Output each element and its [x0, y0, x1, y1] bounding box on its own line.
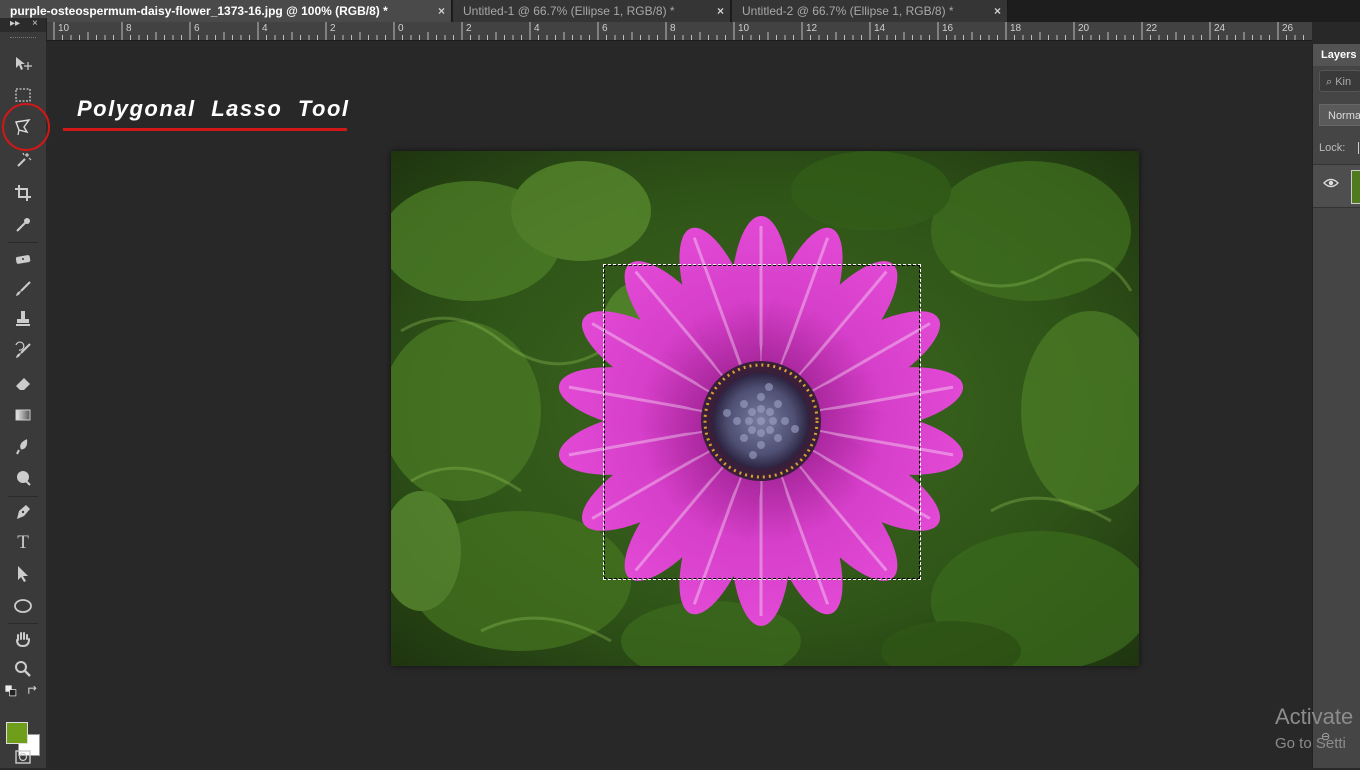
quick-mask-button[interactable]: [10, 744, 36, 770]
layers-panel: Layers ⌕ Kin Norma Lock: ⊖: [1312, 44, 1360, 768]
close-icon[interactable]: ×: [438, 0, 445, 22]
gradient-tool[interactable]: [10, 402, 36, 428]
zoom-tool[interactable]: [10, 656, 36, 682]
stamp-icon: [16, 311, 30, 326]
ruler-label: 22: [1146, 23, 1158, 34]
close-icon[interactable]: ×: [32, 18, 38, 30]
eyedropper-tool[interactable]: [10, 212, 36, 238]
ruler-label: 16: [942, 23, 954, 34]
ruler-label: 10: [58, 23, 70, 34]
ruler-label: 6: [194, 23, 200, 34]
healing-brush-tool[interactable]: [10, 246, 36, 272]
selection-marquee[interactable]: [603, 264, 921, 580]
hand-tool[interactable]: [10, 626, 36, 652]
foreground-color-swatch[interactable]: [6, 722, 28, 744]
tools-panel-header: ▸▸ ×: [0, 18, 46, 32]
default-colors-icon: [5, 685, 17, 697]
crop-tool[interactable]: [10, 180, 36, 206]
ruler-label: 8: [126, 23, 132, 34]
layer-row[interactable]: [1313, 164, 1360, 208]
magic-wand-tool[interactable]: [10, 148, 36, 174]
ruler-label: 8: [670, 23, 676, 34]
tab-daisy-document[interactable]: purple-osteospermum-daisy-flower_1373-16…: [0, 0, 452, 22]
layer-filter-kind[interactable]: ⌕ Kin: [1319, 70, 1360, 92]
type-tool[interactable]: T: [10, 530, 36, 556]
move-icon: [16, 57, 32, 70]
ruler-ticks: [53, 22, 1304, 40]
crop-icon: [15, 185, 31, 201]
layer-thumbnail: [1351, 170, 1360, 204]
dodge-tool[interactable]: [10, 465, 36, 491]
default-colors-button[interactable]: [2, 682, 20, 700]
ruler-label: 6: [602, 23, 608, 34]
arrow-icon: [18, 566, 28, 582]
ellipse-icon: [14, 599, 32, 613]
expand-icon[interactable]: ▸▸: [10, 18, 20, 30]
type-icon: T: [17, 532, 29, 553]
eraser-icon: [16, 378, 30, 390]
ruler-label: 12: [806, 23, 818, 34]
clone-stamp-tool[interactable]: [10, 306, 36, 332]
horizontal-ruler[interactable]: 10 8 6 4 2 0 2 4 6 8 10 12 14 16 18 20 2…: [46, 22, 1312, 41]
bandage-icon: [15, 255, 31, 264]
move-tool[interactable]: [10, 51, 36, 77]
tab-label: Untitled-1 @ 66.7% (Ellipse 1, RGB/8) *: [463, 4, 675, 18]
ruler-label: 2: [466, 23, 472, 34]
gradient-icon: [15, 409, 31, 421]
ruler-label: 24: [1214, 23, 1226, 34]
swap-colors-button[interactable]: [24, 682, 42, 700]
history-brush-tool[interactable]: [10, 338, 36, 364]
activation-watermark-title: Activate: [1275, 704, 1354, 729]
ruler-label: 4: [534, 23, 540, 34]
pen-icon: [17, 505, 30, 519]
eye-icon[interactable]: [1323, 177, 1339, 189]
annotation-label: Polygonal Lasso Tool: [77, 96, 350, 121]
close-icon[interactable]: ×: [717, 0, 724, 22]
hand-icon: [16, 632, 30, 648]
activation-watermark-subtitle: Go to Setti: [1275, 735, 1346, 752]
search-icon: ⌕: [1326, 76, 1336, 88]
swap-arrows-icon: [28, 685, 37, 694]
document-tab-bar: purple-osteospermum-daisy-flower_1373-16…: [0, 0, 1360, 22]
ruler-label: 4: [262, 23, 268, 34]
tab-layers[interactable]: Layers: [1313, 44, 1360, 66]
tab-label: purple-osteospermum-daisy-flower_1373-16…: [10, 4, 388, 18]
quick-mask-icon: [15, 750, 31, 764]
ellipse-tool[interactable]: [10, 593, 36, 619]
eyedropper-icon: [16, 218, 30, 232]
ruler-label: 14: [874, 23, 886, 34]
annotation-underline: [63, 128, 347, 131]
tab-untitled-1[interactable]: Untitled-1 @ 66.7% (Ellipse 1, RGB/8) * …: [453, 0, 731, 22]
highlight-circle: [2, 103, 50, 151]
layer-filter-label: Kin: [1335, 76, 1352, 88]
tab-untitled-2[interactable]: Untitled-2 @ 66.7% (Ellipse 1, RGB/8) * …: [732, 0, 1008, 22]
tool-separator: [8, 496, 38, 497]
path-selection-tool[interactable]: [10, 561, 36, 587]
ruler-label: 10: [738, 23, 750, 34]
tool-separator: [8, 623, 38, 624]
pen-tool[interactable]: [10, 499, 36, 525]
close-icon[interactable]: ×: [994, 0, 1001, 22]
eraser-tool[interactable]: [10, 370, 36, 396]
brush-icon: [16, 281, 31, 296]
tool-separator: [8, 242, 38, 243]
brush-tool[interactable]: [10, 276, 36, 302]
blur-icon: [16, 439, 28, 455]
marquee-icon: [15, 88, 31, 102]
ruler-label: 20: [1078, 23, 1090, 34]
blur-tool[interactable]: [10, 433, 36, 459]
blend-mode-select[interactable]: Norma: [1319, 104, 1360, 126]
tab-label: Untitled-2 @ 66.7% (Ellipse 1, RGB/8) *: [742, 4, 954, 18]
magic-wand-icon: [17, 152, 32, 167]
ruler-label: 2: [330, 23, 336, 34]
ruler-label: 26: [1282, 23, 1294, 34]
zoom-icon: [15, 661, 31, 677]
lock-label: Lock:: [1319, 142, 1346, 154]
history-brush-icon: [15, 341, 31, 358]
panel-grip[interactable]: [10, 37, 36, 40]
ruler-label: 18: [1010, 23, 1022, 34]
dodge-icon: [17, 471, 31, 486]
ruler-label: 0: [398, 23, 404, 34]
